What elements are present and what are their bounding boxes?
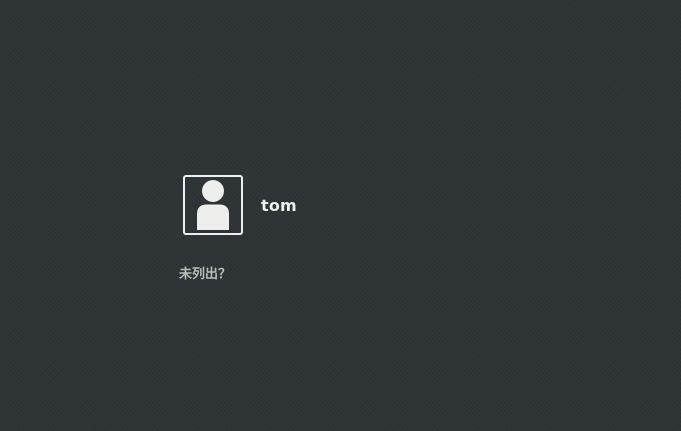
user-list: tom [176,169,396,241]
user-avatar-icon [197,180,229,230]
avatar [183,175,243,235]
not-listed-button[interactable]: 未列出？ [178,261,232,284]
user-item-tom[interactable]: tom [176,169,396,241]
user-name: tom [261,195,297,215]
login-screen: tom 未列出？ [0,0,681,431]
